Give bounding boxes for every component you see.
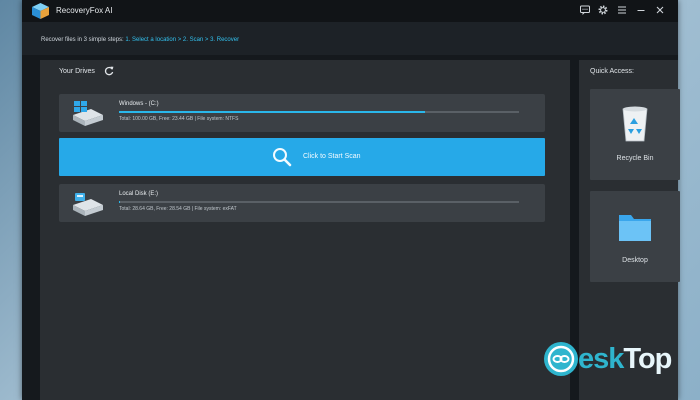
menu-icon[interactable]: [616, 4, 628, 16]
start-scan-button[interactable]: Click to Start Scan: [59, 138, 545, 176]
drive-info: Total: 100.00 GB, Free: 23.44 GB | File …: [119, 116, 239, 122]
folder-icon: [619, 215, 651, 241]
windows-drive-icon: [73, 101, 103, 126]
steps-text: Recover files in 3 simple steps: 1. Sele…: [41, 37, 239, 43]
start-scan-label: Click to Start Scan: [303, 153, 361, 160]
recycle-bin-icon: [622, 106, 648, 142]
desktop-label: Desktop: [622, 257, 648, 264]
feedback-icon[interactable]: [579, 4, 591, 16]
drive-item-e[interactable]: Local Disk (E:) Total: 28.64 GB, Free: 2…: [59, 184, 545, 222]
drive-usage-fill: [119, 201, 121, 203]
steps-prefix: Recover files in 3 simple steps:: [41, 37, 124, 43]
quick-access-recycle-bin[interactable]: Recycle Bin: [590, 89, 680, 180]
gear-icon[interactable]: [597, 4, 609, 16]
drive-usage-bar: [119, 111, 519, 113]
app-title: RecoveryFox AI: [56, 6, 113, 15]
drives-title: Your Drives: [59, 68, 95, 75]
watermark-text-b: Top: [623, 343, 672, 375]
refresh-icon[interactable]: [103, 65, 115, 77]
watermark-text-a: esk: [578, 343, 624, 375]
app-logo-icon: [32, 3, 49, 19]
drive-item-c[interactable]: Windows - (C:) Total: 100.00 GB, Free: 2…: [59, 94, 545, 132]
desktop-watermark: eskTop: [544, 340, 684, 380]
drive-name: Local Disk (E:): [119, 191, 159, 197]
steps-highlight: 1. Select a location > 2. Scan > 3. Reco…: [125, 37, 240, 43]
search-icon: [273, 148, 292, 167]
title-bar: RecoveryFox AI: [22, 0, 678, 22]
drives-panel: Your Drives Windows - (C:) Total: 100.00…: [40, 60, 570, 400]
steps-banner: Recover files in 3 simple steps: 1. Sele…: [22, 22, 678, 55]
quick-access-title: Quick Access:: [590, 68, 634, 75]
drive-usage-fill: [119, 111, 426, 113]
watermark-text: eskTop: [562, 343, 672, 376]
drive-usage-bar: [119, 201, 519, 203]
drive-name: Windows - (C:): [119, 101, 159, 107]
drive-info: Total: 28.64 GB, Free: 28.54 GB | File s…: [119, 206, 237, 212]
quick-access-desktop[interactable]: Desktop: [590, 191, 680, 282]
minimize-icon[interactable]: [635, 4, 647, 16]
recycle-bin-label: Recycle Bin: [616, 155, 654, 162]
disk-drive-icon: [73, 193, 103, 216]
close-icon[interactable]: [654, 4, 666, 16]
